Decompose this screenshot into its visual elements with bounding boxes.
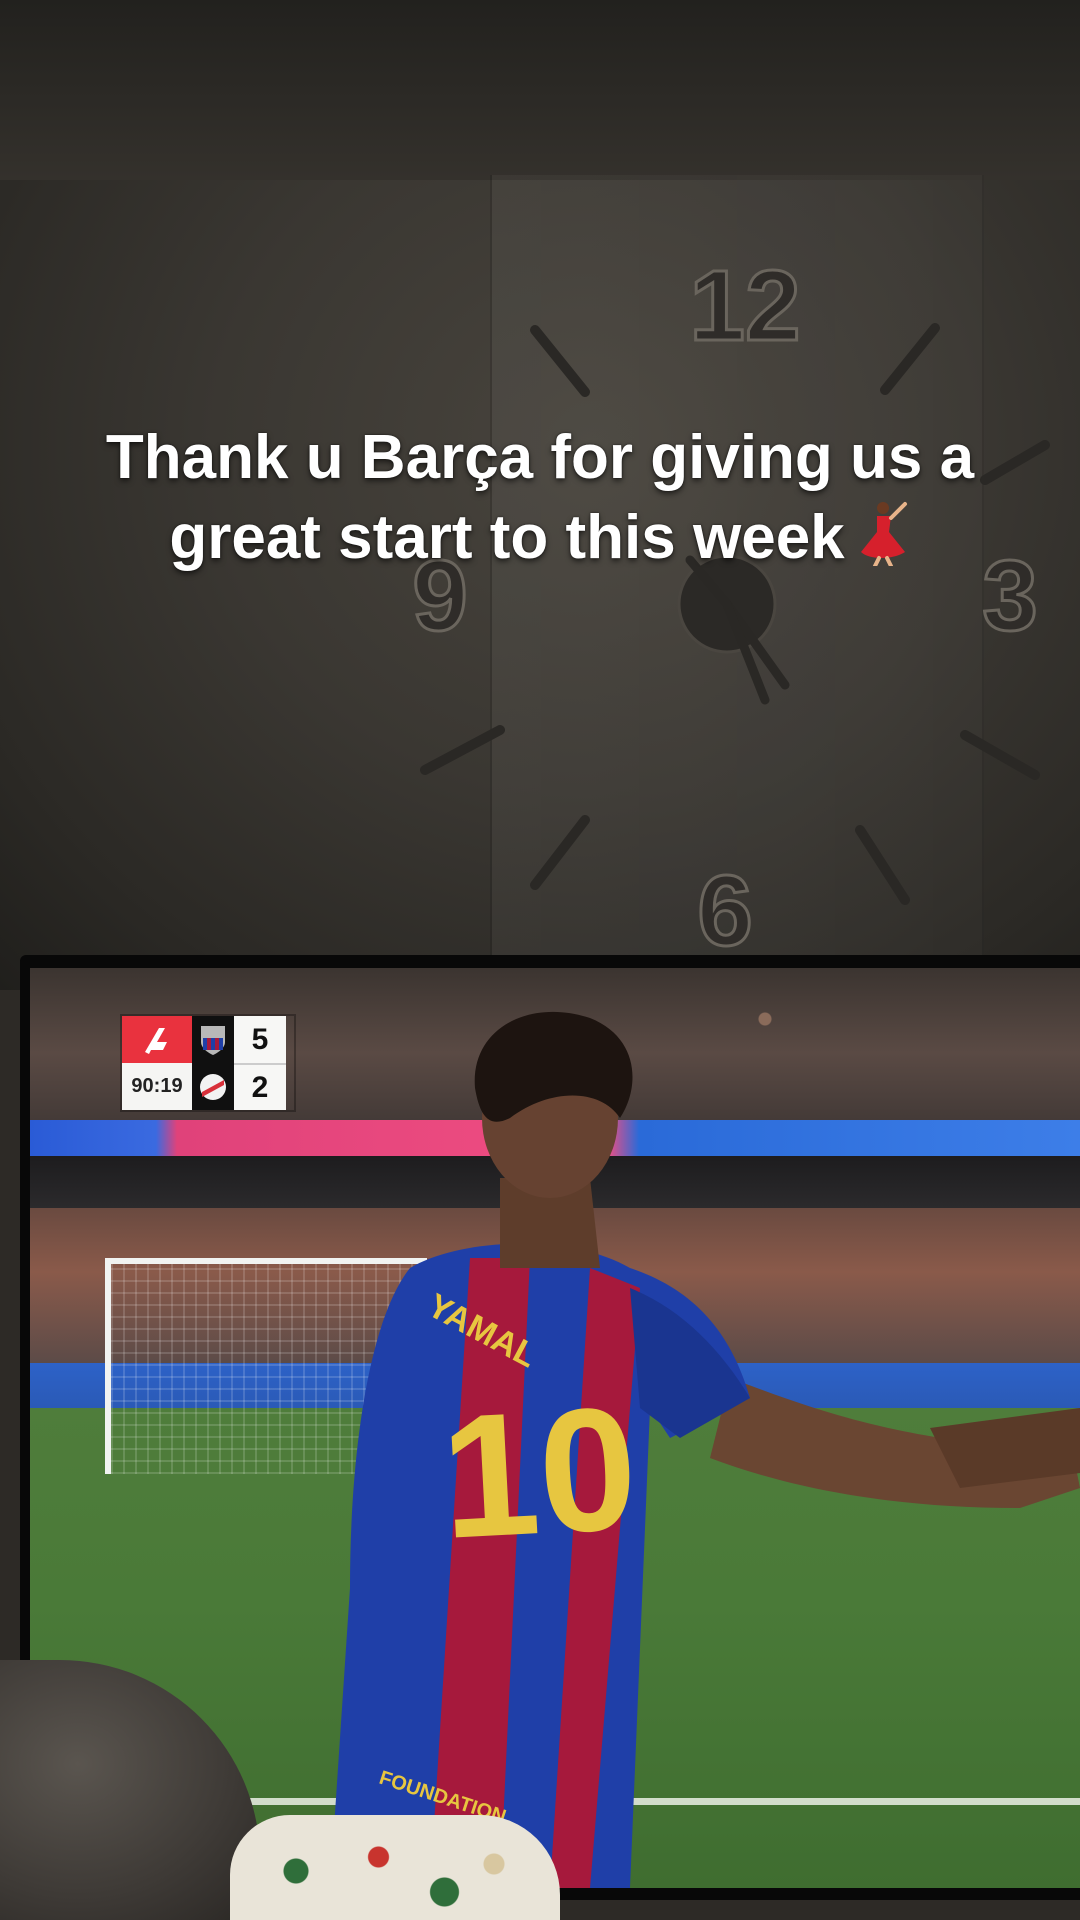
laliga-logo-icon: [122, 1016, 192, 1063]
home-score: 5: [234, 1016, 286, 1063]
caption-line-2-wrap: great start to this week: [60, 498, 1020, 578]
floral-pillow: [230, 1815, 560, 1920]
caption-text: Thank u Barça for giving us a great star…: [60, 418, 1020, 578]
clock-numeral-6: 6: [697, 855, 753, 967]
match-clock: 90:19: [122, 1063, 192, 1110]
scorebug: 5 90:19 2: [122, 1016, 294, 1110]
dancer-icon: [860, 502, 907, 566]
barcelona-crest-icon: [192, 1016, 234, 1063]
clock-numeral-12: 12: [689, 250, 800, 362]
away-score: 2: [234, 1063, 286, 1110]
rayo-crest-icon: [192, 1063, 234, 1110]
jersey-number: 10: [437, 1371, 642, 1576]
caption-line-1: Thank u Barça for giving us a: [105, 423, 975, 492]
caption-line-2: great start to this week: [169, 503, 845, 572]
photo-scene: 12 3 6 9 10 YAMAL FOUNDATION 5 90:19 2 T…: [0, 0, 1080, 1920]
